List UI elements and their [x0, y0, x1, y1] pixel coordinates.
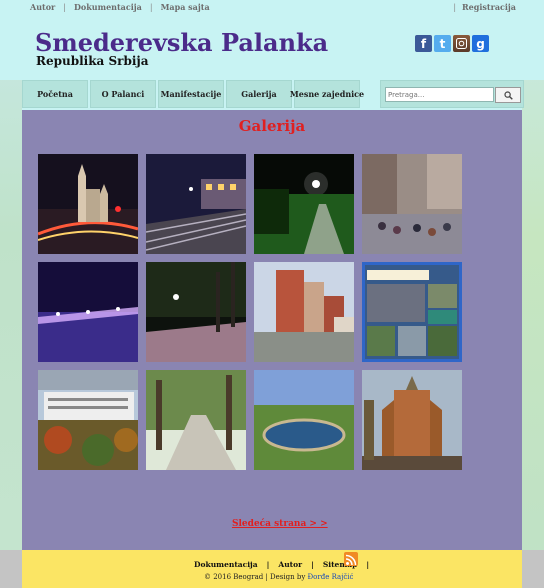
footer-inner: Dokumentacija | Autor | Sitemap | © 2016 Beog… [22, 550, 522, 588]
gallery-thumb[interactable] [146, 262, 246, 362]
separator: | [311, 560, 314, 569]
nav-item-manifestacije[interactable]: Manifestacije [158, 80, 224, 108]
top-link-dokumentacija[interactable]: Dokumentacija [74, 2, 142, 12]
top-links: Autor | Dokumentacija | Mapa sajta [30, 2, 210, 12]
top-link-autor[interactable]: Autor [30, 2, 55, 12]
gallery-thumb[interactable] [254, 154, 354, 254]
gallery-thumb[interactable] [38, 370, 138, 470]
search-button[interactable] [495, 87, 521, 103]
nav-item-o-palanci[interactable]: O Palanci [90, 80, 156, 108]
nav-bar: Početna O Palanci Manifestacije Galerija… [22, 80, 524, 110]
instagram-icon[interactable] [453, 35, 470, 52]
gallery-thumb[interactable] [38, 262, 138, 362]
search-icon [503, 90, 513, 100]
site-footer: Dokumentacija | Autor | Sitemap | © 2016 Beog… [0, 550, 544, 588]
top-link-mapa-sajta[interactable]: Mapa sajta [161, 2, 210, 12]
gallery-thumb[interactable] [254, 370, 354, 470]
gallery-thumb[interactable] [362, 154, 462, 254]
register-link[interactable]: Registracija [462, 2, 516, 12]
top-bar: Autor | Dokumentacija | Mapa sajta | Registra… [0, 0, 544, 14]
copyright: © 2016 Beograd | Design by Đorđe Rajčić [204, 573, 353, 581]
nav-item-pocetna[interactable]: Početna [22, 80, 88, 108]
separator: | [266, 560, 270, 569]
copyright-text: © 2016 Beograd | Design by [204, 573, 306, 581]
search-input[interactable] [385, 87, 494, 102]
twitter-icon[interactable]: t [434, 35, 451, 52]
page-background-right [522, 0, 544, 588]
page-background-left [0, 0, 22, 588]
gallery-thumb[interactable] [145, 154, 247, 254]
social-links: f t g [415, 35, 489, 52]
search-box [380, 80, 524, 108]
main-nav: Početna O Palanci Manifestacije Galerija… [22, 80, 364, 108]
nav-item-mesne-zajednice[interactable]: Mesne zajednice [290, 80, 364, 108]
main-content: Galerija Sledeća strana > > [22, 110, 522, 550]
next-page-link[interactable]: Sledeća strana > > [232, 519, 328, 529]
rss-icon[interactable] [344, 552, 358, 566]
separator: | [63, 3, 66, 12]
google-plus-icon[interactable]: g [472, 35, 489, 52]
separator: | [149, 3, 153, 12]
site-title[interactable]: Smederevska Palanka [35, 28, 328, 57]
gallery-thumb[interactable] [362, 262, 462, 362]
gallery-thumb[interactable] [146, 370, 246, 470]
gallery-thumb[interactable] [254, 262, 354, 362]
footer-link-autor[interactable]: Autor [278, 560, 302, 569]
separator: | [366, 560, 370, 569]
site-subtitle: Republika Srbija [36, 54, 149, 68]
gallery-thumb[interactable] [362, 370, 462, 470]
footer-link-dokumentacija[interactable]: Dokumentacija [194, 560, 258, 569]
facebook-icon[interactable]: f [415, 35, 432, 52]
nav-item-galerija[interactable]: Galerija [226, 80, 292, 108]
separator: | [453, 3, 457, 12]
top-right: | Registracija [453, 2, 516, 12]
author-link[interactable]: Đorđe Rajčić [308, 573, 354, 581]
gallery-thumb[interactable] [37, 154, 139, 254]
page-title: Galerija [238, 117, 306, 135]
site-header: Smederevska Palanka Republika Srbija f t… [0, 14, 544, 80]
